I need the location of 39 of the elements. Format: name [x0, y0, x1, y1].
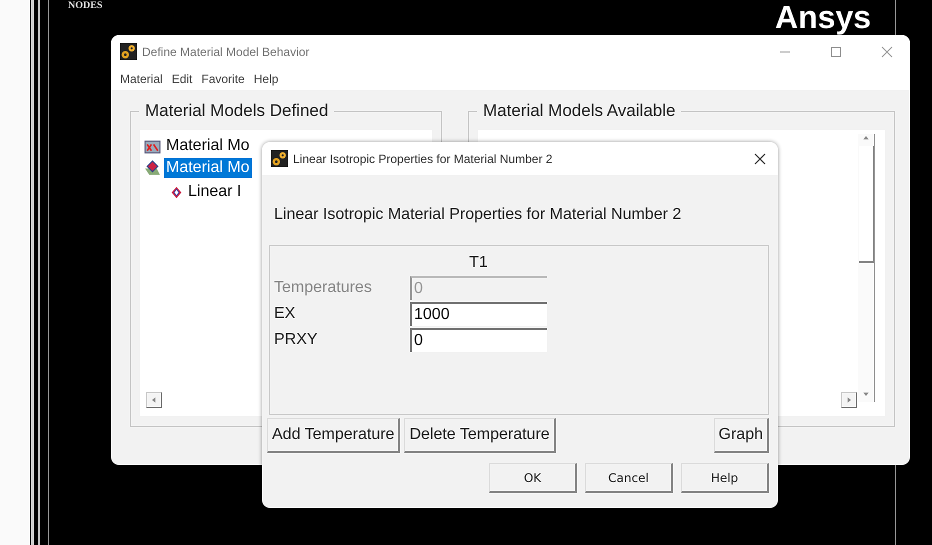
menu-item[interactable]: Material: [120, 72, 163, 86]
value-field[interactable]: 1000: [410, 302, 547, 326]
scroll-thumb[interactable]: [858, 146, 874, 263]
menu-item[interactable]: Help: [254, 72, 278, 86]
vertical-scrollbar[interactable]: [858, 134, 875, 402]
action-button[interactable]: Add Temperature: [267, 418, 400, 453]
right-arrow-icon: [845, 396, 853, 404]
dialog-button[interactable]: Cancel: [585, 463, 673, 493]
menu-item[interactable]: Edit: [172, 72, 192, 86]
diamond-icon: [170, 186, 183, 198]
maximize-icon[interactable]: [830, 46, 842, 58]
close-icon[interactable]: [754, 152, 766, 164]
tree-item[interactable]: Material Mo: [164, 158, 252, 178]
graphics-label: NODES: [68, 0, 102, 11]
gears-icon: [120, 43, 137, 60]
tree-item[interactable]: Linear I: [186, 182, 244, 202]
left-arrow-icon: [150, 396, 158, 404]
menu-item[interactable]: Favorite: [201, 72, 245, 86]
graph-button[interactable]: Graph: [714, 418, 769, 453]
dialog-title: Linear Isotropic Properties for Material Number 2: [293, 152, 552, 166]
property-label: Temperatures: [274, 279, 373, 297]
brand-logo: Ansys: [775, 0, 872, 34]
action-button[interactable]: Delete Temperature: [404, 418, 556, 453]
property-label: PRXY: [274, 331, 319, 349]
up-arrow-icon: [862, 134, 870, 142]
dialog-button[interactable]: Help: [681, 463, 769, 493]
folder-icon: [144, 160, 161, 176]
dialog-button[interactable]: OK: [489, 463, 577, 493]
down-arrow-icon: [862, 390, 870, 398]
table-icon: [144, 138, 161, 154]
window-title: Define Material Model Behavior: [142, 44, 310, 58]
scroll-left-button[interactable]: [146, 392, 162, 408]
gears-icon: [271, 150, 288, 167]
value-field[interactable]: 0: [410, 328, 547, 352]
property-label: EX: [274, 305, 296, 323]
tree-item[interactable]: Material Mo: [164, 136, 252, 156]
dialog-heading: Linear Isotropic Material Properties for Material Number 2: [274, 205, 682, 225]
scroll-right-button[interactable]: [841, 392, 857, 408]
column-header: T1: [468, 253, 489, 273]
